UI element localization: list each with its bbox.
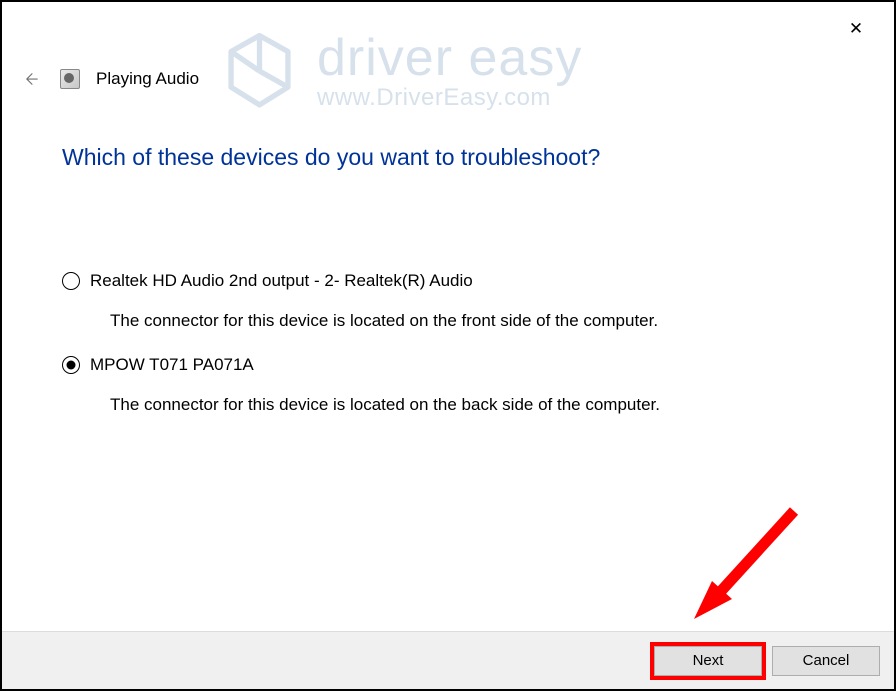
next-button[interactable]: Next (654, 646, 762, 676)
troubleshooter-icon (60, 69, 80, 89)
titlebar: ✕ (2, 2, 894, 52)
radio-icon (62, 356, 80, 374)
footer-bar: Next Cancel (2, 631, 894, 689)
device-label: Realtek HD Audio 2nd output - 2- Realtek… (90, 271, 473, 291)
device-option: MPOW T071 PA071A The connector for this … (62, 355, 834, 415)
close-icon[interactable]: ✕ (836, 14, 876, 44)
radio-icon (62, 272, 80, 290)
device-radio-row-1[interactable]: Realtek HD Audio 2nd output - 2- Realtek… (62, 271, 834, 291)
device-radio-row-2[interactable]: MPOW T071 PA071A (62, 355, 834, 375)
page-heading: Which of these devices do you want to tr… (62, 144, 834, 171)
device-option: Realtek HD Audio 2nd output - 2- Realtek… (62, 271, 834, 331)
device-description: The connector for this device is located… (62, 395, 834, 415)
back-arrow-icon (23, 70, 41, 88)
device-description: The connector for this device is located… (62, 311, 834, 331)
back-button[interactable] (20, 67, 44, 91)
cancel-button[interactable]: Cancel (772, 646, 880, 676)
content-area: Which of these devices do you want to tr… (2, 94, 894, 631)
device-list: Realtek HD Audio 2nd output - 2- Realtek… (62, 271, 834, 415)
window-title: Playing Audio (96, 69, 199, 89)
header-row: Playing Audio (2, 64, 894, 94)
troubleshooter-window: ✕ Playing Audio Which of these devices d… (2, 2, 894, 689)
device-label: MPOW T071 PA071A (90, 355, 254, 375)
